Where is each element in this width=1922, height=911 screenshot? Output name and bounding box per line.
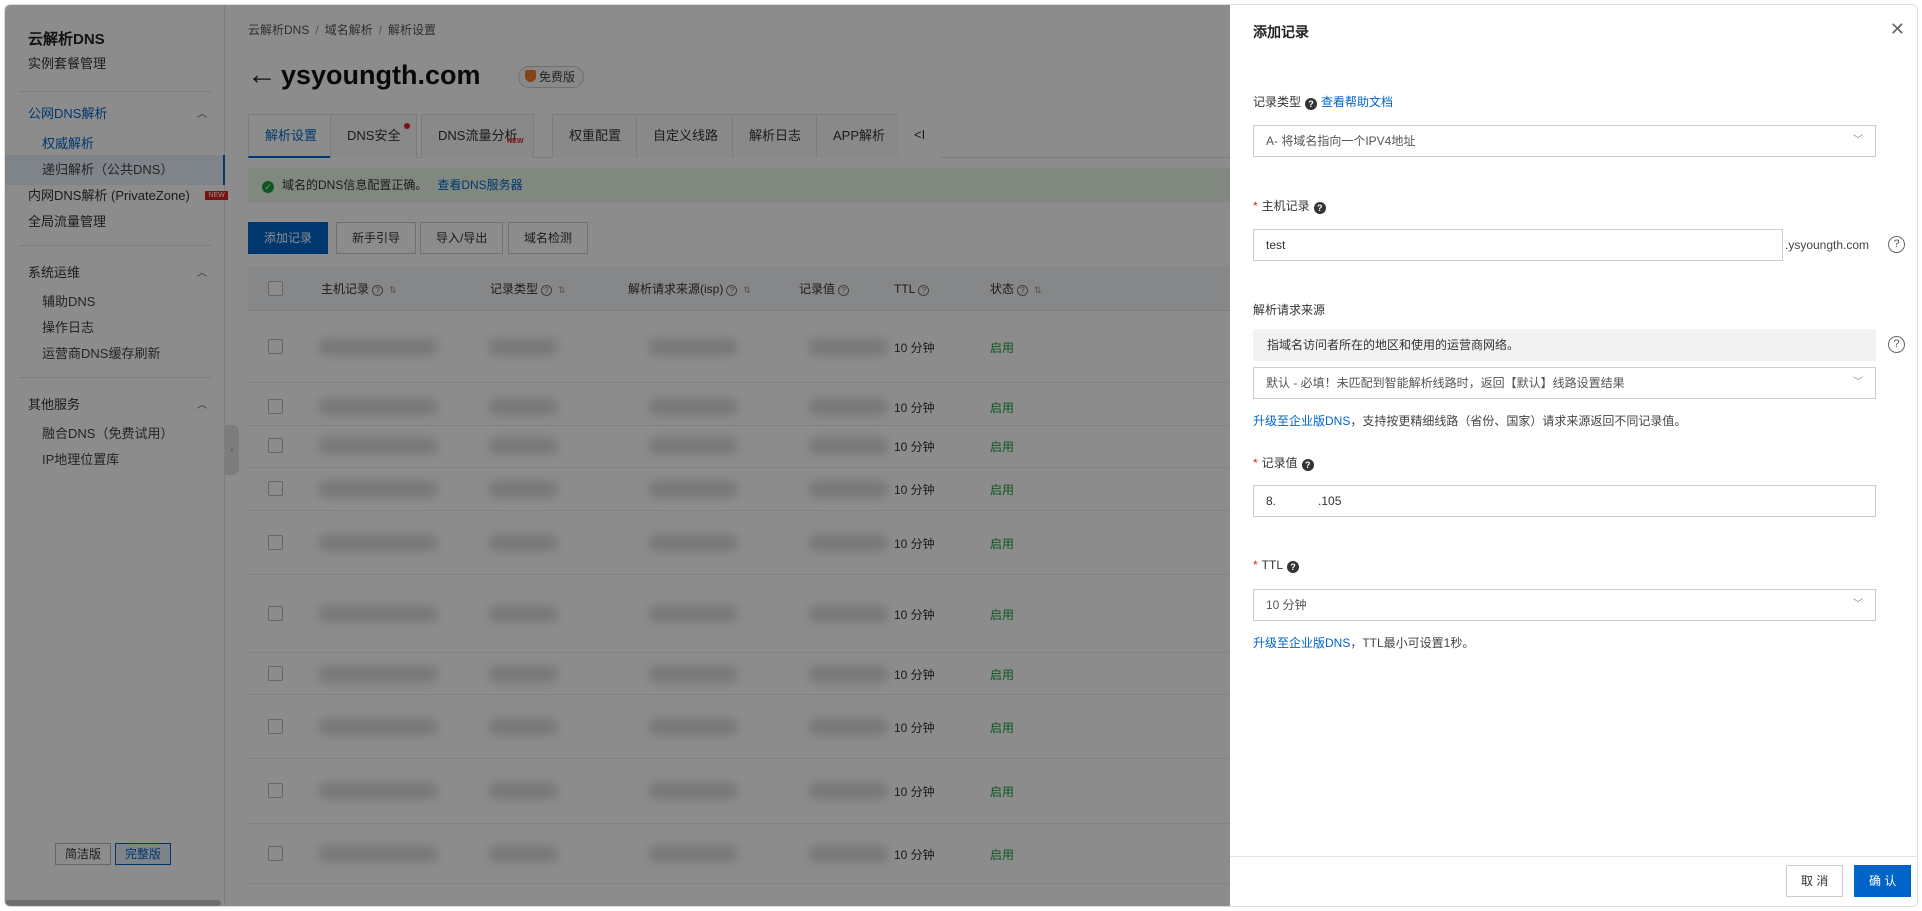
question-circle-icon[interactable]: ? (1888, 236, 1905, 253)
help-doc-link[interactable]: 查看帮助文档 (1321, 95, 1393, 109)
close-icon[interactable]: ✕ (1890, 19, 1905, 39)
host-input[interactable]: test (1253, 229, 1783, 261)
chevron-down-icon: ﹀ (1853, 377, 1863, 388)
help-icon[interactable]: ? (1301, 459, 1314, 471)
chevron-down-icon: ﹀ (1853, 135, 1863, 146)
record-value-input[interactable]: 8. .105 (1253, 485, 1876, 517)
masked-segment (1276, 494, 1319, 506)
help-icon[interactable]: ? (1313, 202, 1326, 214)
field-label: 记录值 (1261, 456, 1298, 470)
help-icon[interactable]: ? (1305, 98, 1318, 110)
add-record-drawer: 添加记录 ✕ 记录类型? 查看帮助文档 A- 将域名指向一个IPV4地址 ﹀ * 主机… (1230, 5, 1917, 906)
value-suffix: .105 (1318, 494, 1342, 508)
select-value: 默认 - 必填！未匹配到智能解析线路时，返回【默认】线路设置结果 (1266, 376, 1625, 390)
upgrade-enterprise-link[interactable]: 升级至企业版DNS (1253, 414, 1350, 428)
field-label: 主机记录 (1261, 199, 1310, 213)
help-icon[interactable]: ? (1287, 561, 1300, 573)
chevron-down-icon: ﹀ (1853, 599, 1863, 610)
value-label: * 记录值? (1253, 454, 1314, 471)
host-label: * 主机记录? (1253, 197, 1326, 214)
field-label: TTL (1261, 558, 1284, 572)
app-window: 云解析DNS 实例套餐管理 公网DNS解析 ︿ 权威解析 递归解析（公共DNS）… (4, 4, 1918, 907)
value-prefix: 8. (1266, 494, 1277, 508)
modal-overlay[interactable] (5, 5, 1230, 906)
ttl-label: * TTL? (1253, 558, 1300, 573)
drawer-title: 添加记录 (1253, 24, 1309, 40)
select-value: A- 将域名指向一个IPV4地址 (1266, 134, 1416, 148)
source-upgrade-note: 升级至企业版DNS，支持按更精细线路（省份、国家）请求来源返回不同记录值。 (1253, 412, 1686, 429)
drawer-footer: 取 消 确 认 (1230, 856, 1917, 906)
source-hint: 指域名访问者所在的地区和使用的运营商网络。 (1253, 329, 1876, 361)
ttl-upgrade-note: 升级至企业版DNS，TTL最小可设置1秒。 (1253, 634, 1474, 651)
confirm-button[interactable]: 确 认 (1854, 865, 1912, 897)
record-type-label: 记录类型? 查看帮助文档 (1253, 93, 1393, 110)
note-text: ，支持按更精细线路（省份、国家）请求来源返回不同记录值。 (1350, 414, 1687, 428)
cancel-button[interactable]: 取 消 (1786, 865, 1844, 897)
host-suffix: .ysyoungth.com (1785, 238, 1870, 252)
record-type-select[interactable]: A- 将域名指向一个IPV4地址 ﹀ (1253, 125, 1876, 157)
question-circle-icon[interactable]: ? (1888, 336, 1905, 353)
ttl-select[interactable]: 10 分钟 ﹀ (1253, 589, 1876, 621)
note-text: ，TTL最小可设置1秒。 (1350, 636, 1475, 650)
select-value: 10 分钟 (1266, 598, 1307, 612)
upgrade-enterprise-link[interactable]: 升级至企业版DNS (1253, 636, 1350, 650)
field-label: 记录类型 (1253, 95, 1302, 109)
source-select[interactable]: 默认 - 必填！未匹配到智能解析线路时，返回【默认】线路设置结果 ﹀ (1253, 367, 1876, 399)
source-label: 解析请求来源 (1253, 303, 1326, 317)
